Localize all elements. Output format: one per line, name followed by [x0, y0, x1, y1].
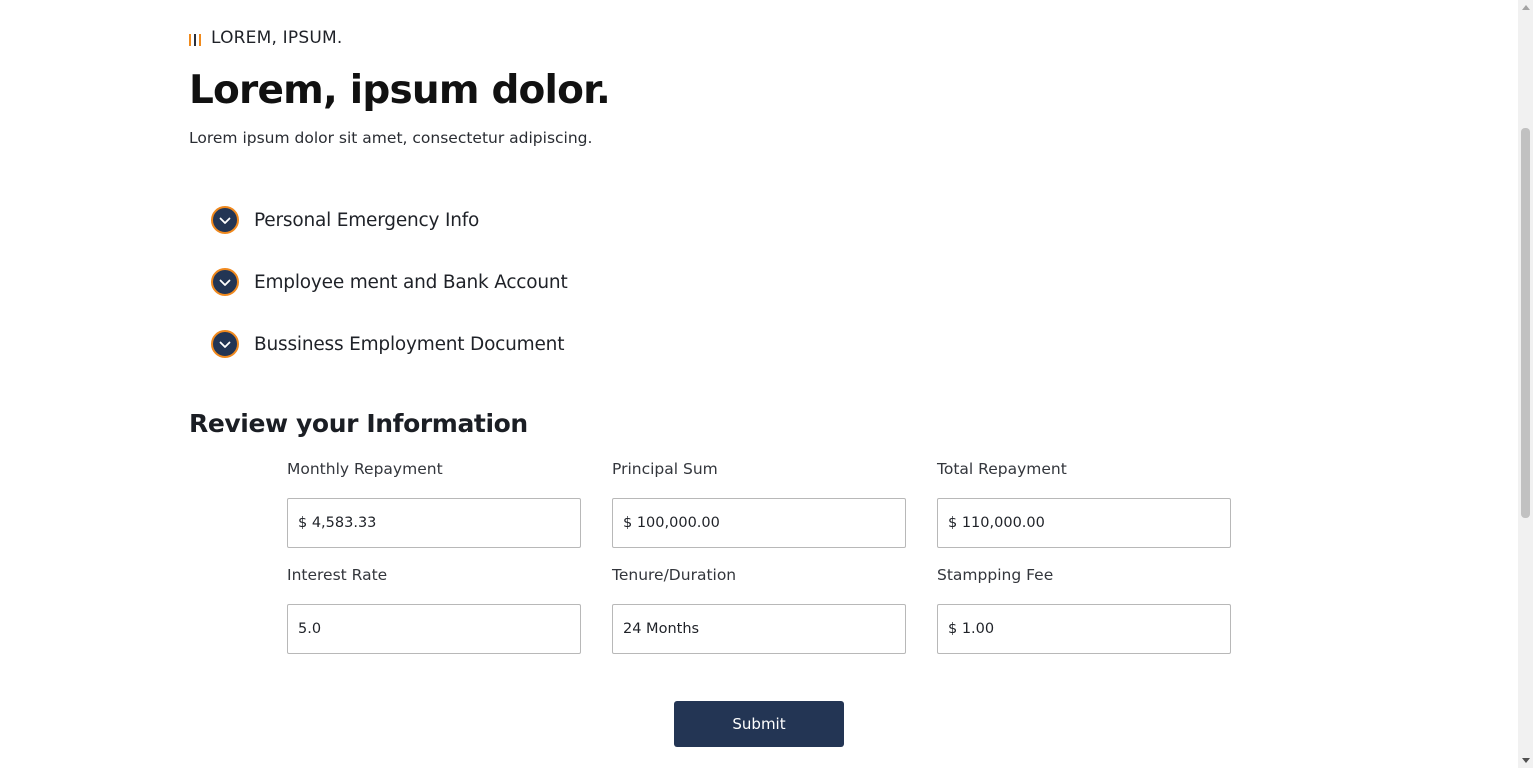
page: LOREM, IPSUM. Lorem, ipsum dolor. Lorem …	[0, 0, 1533, 768]
field-label: Tenure/Duration	[612, 566, 737, 584]
main-content: LOREM, IPSUM. Lorem, ipsum dolor. Lorem …	[0, 0, 1518, 768]
stamping-fee-input[interactable]	[937, 604, 1231, 654]
total-repayment-field: Total Repayment	[937, 458, 1231, 564]
step-label: Personal Emergency Info	[254, 209, 480, 231]
field-label: Monthly Repayment	[287, 460, 443, 478]
logo-bars-icon	[189, 34, 201, 46]
check-circle-icon	[211, 330, 239, 358]
step-label: Bussiness Employment Document	[254, 333, 565, 355]
tenure-duration-field: Tenure/Duration	[612, 564, 906, 670]
scroll-down-arrow-icon[interactable]	[1522, 758, 1530, 763]
completed-steps-list: Personal Emergency Info Employee ment an…	[211, 204, 568, 390]
step-item: Bussiness Employment Document	[211, 328, 568, 360]
interest-rate-input[interactable]	[287, 604, 581, 654]
step-item: Personal Emergency Info	[211, 204, 568, 236]
check-circle-icon	[211, 206, 239, 234]
page-title: Lorem, ipsum dolor.	[189, 68, 611, 113]
step-item: Employee ment and Bank Account	[211, 266, 568, 298]
step-label: Employee ment and Bank Account	[254, 271, 568, 293]
page-subtitle: Lorem ipsum dolor sit amet, consectetur …	[189, 129, 593, 147]
monthly-repayment-field: Monthly Repayment	[287, 458, 581, 564]
total-repayment-input[interactable]	[937, 498, 1231, 548]
check-circle-icon	[211, 268, 239, 296]
field-label: Stampping Fee	[937, 566, 1054, 584]
vertical-scrollbar[interactable]	[1518, 0, 1533, 768]
principal-sum-input[interactable]	[612, 498, 906, 548]
stamping-fee-field: Stampping Fee	[937, 564, 1231, 670]
tenure-duration-input[interactable]	[612, 604, 906, 654]
brand: LOREM, IPSUM.	[189, 28, 342, 48]
review-form: Monthly Repayment Principal Sum Total Re…	[287, 458, 1231, 670]
submit-button[interactable]: Submit	[674, 701, 844, 747]
field-label: Principal Sum	[612, 460, 718, 478]
scrollbar-thumb[interactable]	[1521, 128, 1530, 518]
field-label: Total Repayment	[937, 460, 1067, 478]
monthly-repayment-input[interactable]	[287, 498, 581, 548]
principal-sum-field: Principal Sum	[612, 458, 906, 564]
interest-rate-field: Interest Rate	[287, 564, 581, 670]
brand-name: LOREM, IPSUM.	[211, 28, 343, 48]
scroll-up-arrow-icon[interactable]	[1522, 5, 1530, 10]
field-label: Interest Rate	[287, 566, 388, 584]
review-section-title: Review your Information	[189, 409, 528, 438]
